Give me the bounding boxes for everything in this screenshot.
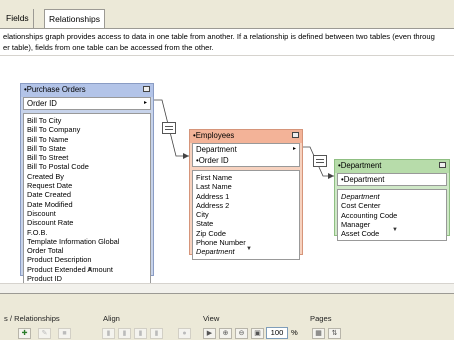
zoom-level-input[interactable]: 100 [266, 327, 288, 339]
key-field[interactable]: Order ID ▸ [24, 98, 150, 109]
scroll-down-icon[interactable]: ▼ [87, 267, 93, 273]
horizontal-scrollbar[interactable] [0, 283, 454, 293]
key-fields: Department ▸ •Order ID [192, 143, 300, 167]
field-item[interactable]: Bill To Company [27, 125, 147, 134]
table-title: •Department [338, 161, 382, 170]
delete-icon[interactable]: ■ [58, 328, 71, 339]
table-header[interactable]: •Department [335, 160, 449, 173]
field-list[interactable]: Department Cost Center Accounting Code Mana… [337, 189, 447, 242]
key-fields: •Department [337, 173, 447, 186]
key-field[interactable]: •Order ID [193, 155, 299, 166]
field-item[interactable]: Template Information Global [27, 237, 147, 246]
add-table-icon[interactable]: ✚ [18, 328, 31, 339]
description-line-2: er table), fields from one table can be … [3, 43, 214, 52]
field-item[interactable]: Product Description [27, 255, 147, 264]
relationship-icon[interactable] [313, 155, 327, 167]
tab-bar: Fields Relationships [0, 0, 454, 30]
field-item[interactable]: Address 2 [196, 201, 296, 210]
key-fields: Order ID ▸ [23, 97, 151, 110]
field-item[interactable]: Last Name [196, 182, 296, 191]
table-header[interactable]: •Purchase Orders [21, 84, 153, 97]
field-item[interactable]: Cost Center [341, 201, 443, 210]
section-label: Pages [310, 314, 332, 323]
section-label: View [203, 314, 220, 323]
scroll-down-icon[interactable]: ▼ [246, 246, 252, 252]
key-field[interactable]: •Department [338, 174, 446, 185]
table-department[interactable]: •Department •Department Department Cost C… [334, 159, 450, 242]
align-right-icon[interactable]: ▮ [134, 328, 147, 339]
field-item[interactable]: F.O.B. [27, 228, 147, 237]
field-item[interactable]: Created By [27, 172, 147, 181]
field-item[interactable]: Bill To Name [27, 135, 147, 144]
field-item[interactable]: Date Created [27, 190, 147, 199]
section-label: Align [103, 314, 120, 323]
field-item[interactable]: Discount Rate [27, 218, 147, 227]
field-item[interactable]: Bill To State [27, 144, 147, 153]
field-list[interactable]: Bill To City Bill To Company Bill To Name B… [23, 113, 151, 287]
zoom-fit-icon[interactable]: ▣ [251, 328, 264, 339]
field-item[interactable]: Department [341, 192, 443, 201]
field-item[interactable]: Discount [27, 209, 147, 218]
relationship-icon[interactable] [162, 122, 176, 134]
key-field[interactable]: Department ▸ [193, 144, 299, 155]
description-line-1: elationships graph provides access to da… [3, 32, 435, 41]
table-title: •Purchase Orders [24, 85, 86, 94]
align-center-icon[interactable]: ▮ [118, 328, 131, 339]
table-employees[interactable]: •Employees Department ▸ •Order ID First … [189, 129, 303, 260]
section-label: s / Relationships [4, 314, 60, 323]
page-breaks-icon[interactable]: ▦ [312, 328, 325, 339]
bottom-toolbar: s / Relationships Align View Pages ✚ ✎ ■… [0, 293, 454, 340]
field-item[interactable]: Product ID [27, 274, 147, 283]
tab-fields[interactable]: Fields [2, 9, 34, 29]
table-purchase-orders[interactable]: •Purchase Orders Order ID ▸ Bill To City… [20, 83, 154, 287]
color-icon[interactable]: ● [178, 328, 191, 339]
align-top-icon[interactable]: ▮ [150, 328, 163, 339]
field-item[interactable]: State [196, 219, 296, 228]
arrow-right-icon: ▸ [292, 146, 296, 152]
field-item[interactable]: First Name [196, 173, 296, 182]
relationships-description: elationships graph provides access to da… [0, 29, 454, 55]
field-item[interactable]: Bill To Street [27, 153, 147, 162]
table-header[interactable]: •Employees [190, 130, 302, 143]
field-item[interactable]: Bill To Postal Code [27, 162, 147, 171]
field-item[interactable]: Address 1 [196, 192, 296, 201]
table-menu-icon[interactable] [143, 86, 150, 92]
scroll-down-icon[interactable]: ▼ [392, 227, 398, 233]
field-item[interactable]: Bill To City [27, 116, 147, 125]
pointer-icon[interactable]: ▶ [203, 328, 216, 339]
field-item[interactable]: Accounting Code [341, 211, 443, 220]
tab-relationships[interactable]: Relationships [44, 9, 106, 30]
zoom-out-icon[interactable]: ⊖ [235, 328, 248, 339]
edit-icon[interactable]: ✎ [38, 328, 51, 339]
relationships-graph[interactable]: •Purchase Orders Order ID ▸ Bill To City… [0, 55, 454, 293]
zoom-unit: % [291, 328, 298, 337]
page-setup-icon[interactable]: ⇅ [328, 328, 341, 339]
field-item[interactable]: Date Modified [27, 200, 147, 209]
field-item[interactable]: Request Date [27, 181, 147, 190]
arrow-right-icon: ▸ [143, 100, 147, 106]
zoom-in-icon[interactable]: ⊕ [219, 328, 232, 339]
field-item[interactable]: City [196, 210, 296, 219]
table-menu-icon[interactable] [292, 132, 299, 138]
table-title: •Employees [193, 131, 235, 140]
field-item[interactable]: Order Total [27, 246, 147, 255]
table-menu-icon[interactable] [439, 162, 446, 168]
align-left-icon[interactable]: ▮ [102, 328, 115, 339]
field-item[interactable]: Zip Code [196, 229, 296, 238]
